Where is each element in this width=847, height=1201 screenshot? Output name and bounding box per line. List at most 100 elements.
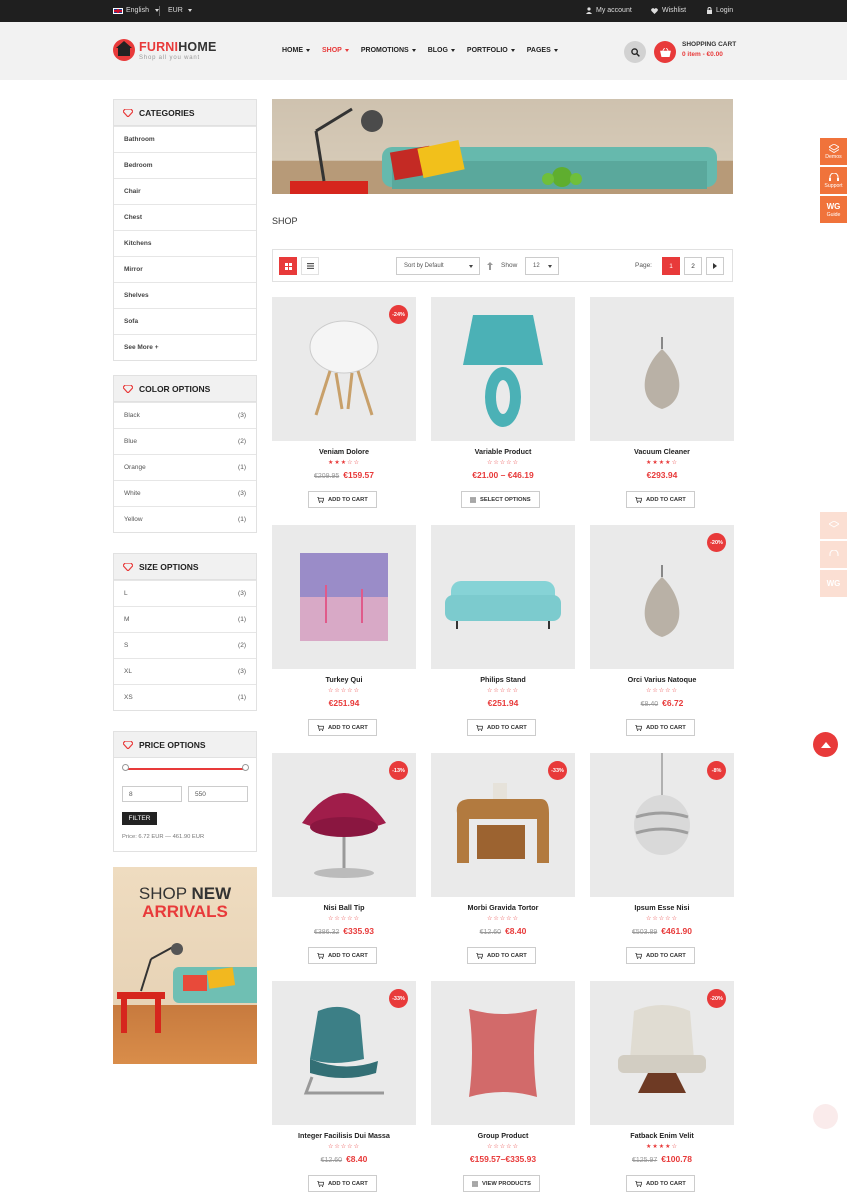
- cart-icon: [317, 496, 324, 503]
- language-switcher[interactable]: English: [113, 7, 159, 14]
- cart-title: SHOPPING CART: [682, 41, 737, 48]
- size-filter-l[interactable]: L (3): [114, 580, 256, 606]
- product-name[interactable]: Ipsum Esse Nisi: [590, 903, 734, 912]
- slider-min-handle[interactable]: [122, 764, 129, 771]
- wishlist-link[interactable]: Wishlist: [651, 7, 686, 14]
- size-filter-s[interactable]: S (2): [114, 632, 256, 658]
- price-range-slider[interactable]: [114, 758, 256, 780]
- product-name[interactable]: Philips Stand: [431, 675, 575, 684]
- product-image[interactable]: [431, 981, 575, 1125]
- add-to-cart-button[interactable]: SELECT OPTIONS: [461, 491, 540, 508]
- add-to-cart-button[interactable]: ADD TO CART: [308, 719, 377, 736]
- add-to-cart-button[interactable]: ADD TO CART: [626, 1175, 695, 1192]
- add-to-cart-button[interactable]: ADD TO CART: [308, 1175, 377, 1192]
- product-name[interactable]: Vacuum Cleaner: [590, 447, 734, 456]
- category-item-mirror[interactable]: Mirror: [114, 256, 256, 282]
- min-price-input[interactable]: 8: [122, 786, 182, 802]
- product-name[interactable]: Turkey Qui: [272, 675, 416, 684]
- button-label: ADD TO CART: [487, 724, 527, 731]
- nav-home[interactable]: HOME: [282, 47, 310, 54]
- color-filter-white[interactable]: White (3): [114, 480, 256, 506]
- page-2-button[interactable]: 2: [684, 257, 702, 275]
- shop-hero-banner: [272, 99, 733, 194]
- product-image[interactable]: [590, 297, 734, 441]
- sort-direction-icon[interactable]: [487, 262, 493, 270]
- size-filter-xl[interactable]: XL (3): [114, 658, 256, 684]
- category-item-chair[interactable]: Chair: [114, 178, 256, 204]
- scroll-to-top-button[interactable]: [813, 732, 838, 757]
- product-name[interactable]: Morbi Gravida Tortor: [431, 903, 575, 912]
- add-to-cart-button[interactable]: ADD TO CART: [626, 491, 695, 508]
- per-page-select[interactable]: 12: [525, 257, 559, 275]
- nav-blog[interactable]: BLOG: [428, 47, 455, 54]
- product-image[interactable]: -13%: [272, 753, 416, 897]
- nav-pages[interactable]: PAGES: [527, 47, 558, 54]
- product-image[interactable]: -24%: [272, 297, 416, 441]
- color-filter-yellow[interactable]: Yellow (1): [114, 506, 256, 532]
- next-page-button[interactable]: [706, 257, 724, 275]
- size-filter-xs[interactable]: XS (1): [114, 684, 256, 710]
- add-to-cart-button[interactable]: ADD TO CART: [467, 947, 536, 964]
- product-image[interactable]: [431, 297, 575, 441]
- page-1-button[interactable]: 1: [662, 257, 680, 275]
- add-to-cart-button[interactable]: ADD TO CART: [626, 947, 695, 964]
- product-name[interactable]: Variable Product: [431, 447, 575, 456]
- max-price-input[interactable]: 550: [188, 786, 248, 802]
- category-item-bedroom[interactable]: Bedroom: [114, 152, 256, 178]
- add-to-cart-button[interactable]: ADD TO CART: [626, 719, 695, 736]
- filter-button[interactable]: FILTER: [122, 812, 157, 825]
- login-label: Login: [716, 7, 734, 14]
- color-filter-black[interactable]: Black (3): [114, 402, 256, 428]
- nav-portfolio[interactable]: PORTFOLIO: [467, 47, 515, 54]
- category-item-chest[interactable]: Chest: [114, 204, 256, 230]
- category-item-shelves[interactable]: Shelves: [114, 282, 256, 308]
- size-filter-m[interactable]: M (1): [114, 606, 256, 632]
- guide-tab[interactable]: WG Guide: [820, 196, 847, 223]
- grid-view-button[interactable]: [279, 257, 297, 275]
- support-tab[interactable]: Support: [820, 167, 847, 194]
- login-link[interactable]: Login: [707, 7, 733, 14]
- current-price: €251.94: [487, 698, 519, 708]
- cart-summary[interactable]: SHOPPING CART 0 item - €0.00: [682, 41, 736, 58]
- add-to-cart-button[interactable]: ADD TO CART: [467, 719, 536, 736]
- category-item-sofa[interactable]: Sofa: [114, 308, 256, 334]
- color-filter-orange[interactable]: Orange (1): [114, 454, 256, 480]
- add-to-cart-button[interactable]: ADD TO CART: [308, 947, 377, 964]
- product-image[interactable]: -20%: [590, 981, 734, 1125]
- product-name[interactable]: Veniam Dolore: [272, 447, 416, 456]
- category-item-kitchens[interactable]: Kitchens: [114, 230, 256, 256]
- product-image[interactable]: -20%: [590, 525, 734, 669]
- nav-promotions[interactable]: PROMOTIONS: [361, 47, 416, 54]
- product-name[interactable]: Group Product: [431, 1131, 575, 1140]
- cart-button[interactable]: [654, 41, 676, 63]
- add-to-cart-button[interactable]: VIEW PRODUCTS: [463, 1175, 540, 1192]
- slider-max-handle[interactable]: [242, 764, 249, 771]
- product-image[interactable]: -33%: [272, 981, 416, 1125]
- product-name[interactable]: Fatback Enim Velit: [590, 1131, 734, 1140]
- sort-select[interactable]: Sort by Default: [396, 257, 480, 275]
- my-account-link[interactable]: My account: [586, 7, 632, 14]
- diamond-icon: [123, 108, 133, 117]
- list-view-button[interactable]: [301, 257, 319, 275]
- currency-switcher[interactable]: EUR: [168, 7, 192, 14]
- new-arrivals-banner[interactable]: SHOP NEW ARRIVALS: [113, 867, 257, 1064]
- page-title: SHOP: [272, 216, 298, 226]
- product-image[interactable]: [272, 525, 416, 669]
- product-image[interactable]: -33%: [431, 753, 575, 897]
- category-item-bathroom[interactable]: Bathroom: [114, 126, 256, 152]
- product-image[interactable]: [431, 525, 575, 669]
- site-logo[interactable]: FURNIHOME Shop all you want: [113, 39, 217, 61]
- button-label: ADD TO CART: [646, 496, 686, 503]
- product-name[interactable]: Nisi Ball Tip: [272, 903, 416, 912]
- demos-tab[interactable]: Demos: [820, 138, 847, 165]
- nav-shop[interactable]: SHOP: [322, 47, 349, 54]
- product-name[interactable]: Integer Facilisis Dui Massa: [272, 1131, 416, 1140]
- color-filter-blue[interactable]: Blue (2): [114, 428, 256, 454]
- search-button[interactable]: [624, 41, 646, 63]
- product-image[interactable]: -8%: [590, 753, 734, 897]
- product-name[interactable]: Orci Varius Natoque: [590, 675, 734, 684]
- cart-icon: [635, 724, 642, 731]
- product-price: €125.97 €100.78: [590, 1154, 734, 1164]
- add-to-cart-button[interactable]: ADD TO CART: [308, 491, 377, 508]
- see-more-link[interactable]: See More +: [114, 334, 256, 360]
